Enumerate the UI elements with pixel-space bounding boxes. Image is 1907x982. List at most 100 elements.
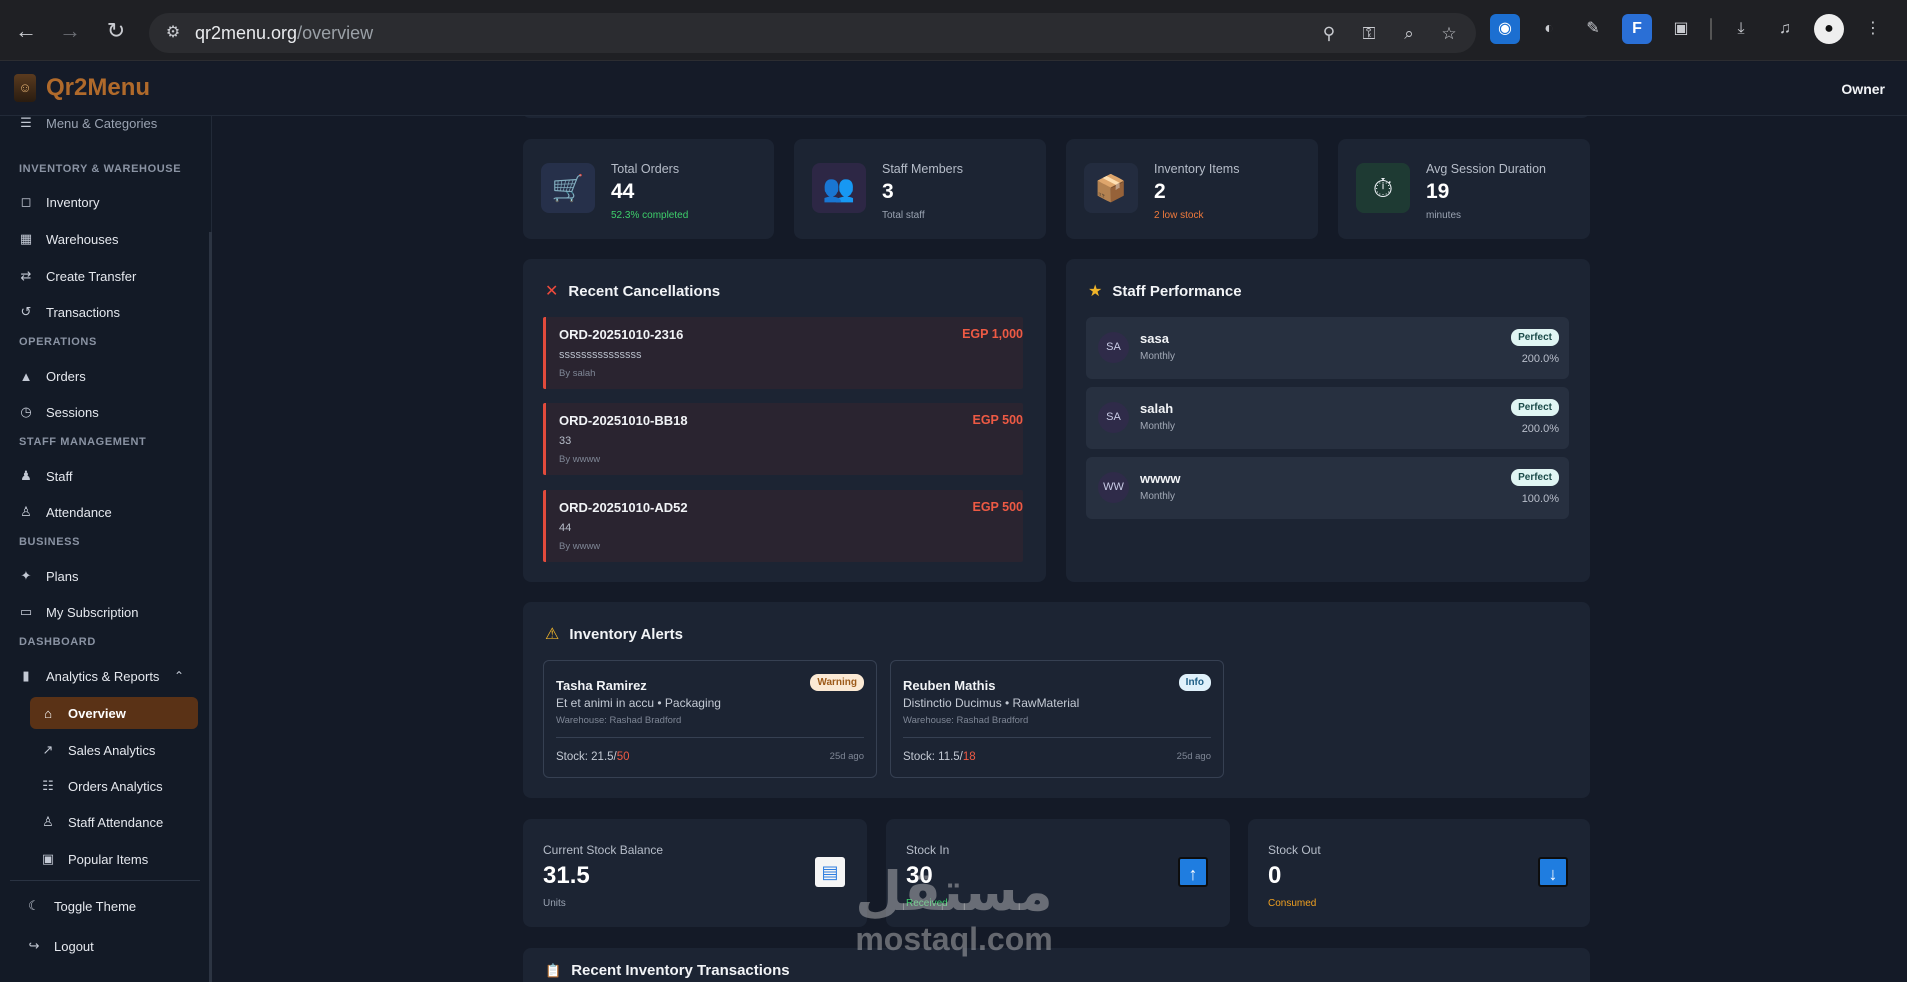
warehouse-icon: ▦ <box>19 231 33 246</box>
list-item[interactable]: ORD-20251010-2316 EGP 1,000 ssssssssssss… <box>543 317 1023 389</box>
key-icon[interactable]: ⚿ <box>1356 21 1382 47</box>
sidebar-divider <box>10 880 200 881</box>
sidebar-item-orders-analytics[interactable]: ☷ Orders Analytics <box>30 770 198 802</box>
clock-icon: ◷ <box>20 404 32 419</box>
sidebar-item-subscription[interactable]: ▭ My Subscription <box>18 597 198 627</box>
sidebar-item-sessions[interactable]: ◷ Sessions <box>18 397 198 427</box>
stopwatch-icon: ⏱ <box>1356 163 1410 213</box>
sidebar-item-inventory[interactable]: ◻ Inventory <box>18 187 198 217</box>
box-icon: ◻ <box>20 194 32 209</box>
sidebar-item-plans[interactable]: ✦ Plans <box>18 561 198 591</box>
panel-title: Recent Inventory Transactions <box>571 962 790 979</box>
home-icon: ⌂ <box>44 705 52 721</box>
stat-staff-members: 👥 Staff Members 3 Total staff <box>794 139 1046 239</box>
url-text[interactable]: qr2menu.org/overview <box>195 23 373 44</box>
extension-icon[interactable]: F <box>1622 14 1652 44</box>
close-icon: ✕ <box>545 283 559 300</box>
media-icon[interactable]: ♫ <box>1770 14 1800 44</box>
alert-card[interactable]: Reuben Mathis Info Distinctio Ducimus • … <box>890 660 1224 778</box>
stock-balance-card: Current Stock Balance 31.5 Units ▤ <box>523 819 867 927</box>
main-content: 🛒 Total Orders 44 52.3% completed 👥 Staf… <box>212 116 1907 982</box>
history-icon: ↺ <box>20 304 32 319</box>
recent-cancellations-panel: ✕ Recent Cancellations ORD-20251010-2316… <box>523 259 1046 582</box>
extension-icon[interactable]: ◉ <box>1490 14 1520 44</box>
arrow-up-icon: ↑ <box>1178 857 1208 887</box>
sidebar-item-attendance[interactable]: ♙ Attendance <box>18 497 198 527</box>
user-check-icon: ♙ <box>20 504 32 519</box>
sidebar-item-orders[interactable]: ▲ Orders <box>18 361 198 391</box>
sidebar-item-overview[interactable]: ⌂ Overview <box>30 697 198 729</box>
card-icon: ▭ <box>19 604 33 619</box>
warning-icon: ⚠ <box>545 626 560 643</box>
status-badge: Info <box>1178 674 1211 691</box>
staff-performance-panel: ★ Staff Performance SA sasa Monthly Perf… <box>1066 259 1590 582</box>
logout-button[interactable]: ↪ Logout <box>26 931 206 961</box>
user-icon: ♙ <box>42 814 54 829</box>
status-badge: Perfect <box>1511 399 1559 416</box>
list-item[interactable]: SA sasa Monthly Perfect 200.0% <box>1086 317 1569 379</box>
sidebar-item-menu-categories[interactable]: ☰ Menu & Categories <box>18 116 198 138</box>
reload-icon[interactable]: ↻ <box>102 17 130 45</box>
brand-name: Qr2Menu <box>46 74 151 101</box>
address-bar[interactable]: ⚙ qr2menu.org/overview ⚲ ⚿ ⌕ ☆ <box>149 13 1476 53</box>
trend-icon: ↗ <box>42 742 54 757</box>
list-item[interactable]: ORD-20251010-AD52 EGP 500 44 By wwww <box>543 490 1023 562</box>
brand[interactable]: ☺ Qr2Menu <box>14 74 150 102</box>
status-badge: Warning <box>810 674 864 691</box>
section-staff: STAFF MANAGEMENT <box>19 436 147 448</box>
sidebar-item-transactions[interactable]: ↺ Transactions <box>18 297 198 327</box>
section-dashboard: DASHBOARD <box>19 636 96 648</box>
list-item[interactable]: WW wwww Monthly Perfect 100.0% <box>1086 457 1569 519</box>
previous-card-edge <box>522 116 1590 118</box>
avatar: SA <box>1098 402 1129 433</box>
section-business: BUSINESS <box>19 536 81 548</box>
sidebar-item-popular-items[interactable]: ▣ Popular Items <box>30 843 198 875</box>
document-icon: ▣ <box>41 851 55 866</box>
sidebar-item-warehouses[interactable]: ▦ Warehouses <box>18 224 198 254</box>
stat-total-orders: 🛒 Total Orders 44 52.3% completed <box>523 139 774 239</box>
menu-icon[interactable]: ⋮ <box>1858 14 1888 44</box>
chevron-up-icon: ⌃ <box>173 669 184 683</box>
toggle-theme-button[interactable]: ☾ Toggle Theme <box>26 891 206 921</box>
status-badge: Perfect <box>1511 329 1559 346</box>
panel-title: Recent Cancellations <box>568 282 721 300</box>
extension-icon[interactable]: ◐ <box>1534 14 1564 44</box>
sidebar-item-staff-attendance[interactable]: ♙ Staff Attendance <box>30 806 198 838</box>
list-item[interactable]: SA salah Monthly Perfect 200.0% <box>1086 387 1569 449</box>
avatar-icon[interactable]: ● <box>1814 14 1844 44</box>
list-item[interactable]: ORD-20251010-BB18 EGP 500 33 By wwww <box>543 403 1023 475</box>
divider-icon <box>1710 18 1712 40</box>
watermark: مستقل mostaql.com <box>855 860 1053 957</box>
alert-card[interactable]: Tasha Ramirez Warning Et et animi in acc… <box>543 660 877 778</box>
bookmark-star-icon[interactable]: ☆ <box>1436 21 1462 47</box>
clipboard-icon: 📋 <box>545 962 562 978</box>
back-icon[interactable]: ← <box>12 17 40 45</box>
logo-icon: ☺ <box>14 74 36 102</box>
forward-icon[interactable]: → <box>56 17 84 45</box>
location-icon[interactable]: ⚲ <box>1316 21 1342 47</box>
stat-avg-session: ⏱ Avg Session Duration 19 minutes <box>1338 139 1590 239</box>
puzzle-icon[interactable]: ▣ <box>1666 14 1696 44</box>
sparkle-icon: ✦ <box>20 568 32 583</box>
app-header: ☺ Qr2Menu Owner <box>0 62 1907 116</box>
users-icon: ♟ <box>20 468 32 483</box>
sidebar-item-staff[interactable]: ♟ Staff <box>18 461 198 491</box>
zoom-icon[interactable]: ⌕ <box>1396 21 1422 47</box>
bag-icon: ▲ <box>19 368 33 384</box>
download-icon[interactable]: ⤓ <box>1726 14 1756 44</box>
stock-out-card: Stock Out 0 Consumed ↓ <box>1248 819 1590 927</box>
panel-title: Staff Performance <box>1112 282 1242 300</box>
status-badge: Perfect <box>1511 469 1559 486</box>
stat-inventory-items: 📦 Inventory Items 2 2 low stock <box>1066 139 1318 239</box>
eyedropper-icon[interactable]: ✎ <box>1578 14 1608 44</box>
sidebar-item-create-transfer[interactable]: ⇄ Create Transfer <box>18 261 198 291</box>
user-role[interactable]: Owner <box>1841 81 1885 97</box>
logout-icon: ↪ <box>28 938 40 953</box>
sidebar-item-sales-analytics[interactable]: ↗ Sales Analytics <box>30 734 198 766</box>
sidebar: ☰ Menu & Categories INVENTORY & WAREHOUSE… <box>0 116 212 982</box>
arrow-down-icon: ↓ <box>1538 857 1568 887</box>
site-info-icon[interactable]: ⚙ <box>163 23 183 43</box>
sidebar-item-analytics[interactable]: ▮ Analytics & Reports ⌃ <box>18 661 198 691</box>
avatar: SA <box>1098 332 1129 363</box>
bar-chart-icon: ▮ <box>22 668 30 683</box>
